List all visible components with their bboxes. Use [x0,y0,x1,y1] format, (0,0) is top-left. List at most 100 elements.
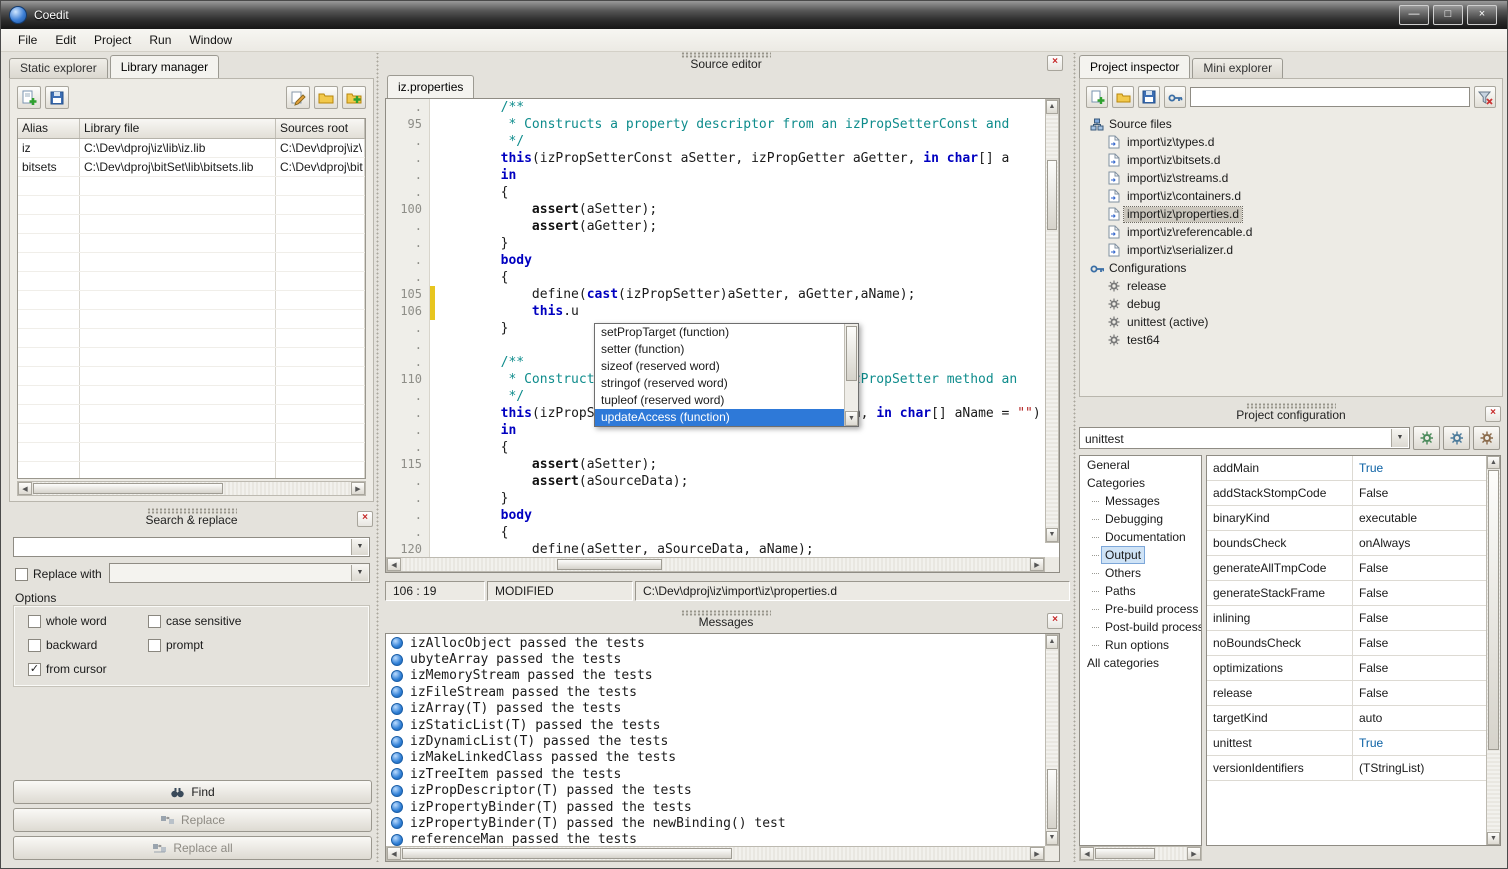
add-configuration-button[interactable] [1413,426,1440,450]
checkbox-box[interactable] [148,639,161,652]
scroll-down-icon[interactable]: ▼ [845,411,858,426]
library-table-hscrollbar[interactable]: ◀ ▶ [17,481,366,496]
property-row[interactable]: versionIdentifiers(TStringList) [1207,756,1487,781]
option-checkbox[interactable]: case sensitive [148,614,363,628]
edit-library-button[interactable] [286,86,310,109]
property-value[interactable]: False [1353,631,1487,655]
code-line[interactable]: . body [386,507,1045,524]
completion-item[interactable]: stringof (reserved word) [595,375,845,392]
chevron-down-icon[interactable]: ▼ [351,539,368,555]
property-row[interactable]: generateAllTmpCodeFalse [1207,556,1487,581]
scrollbar-thumb[interactable] [846,326,857,381]
option-checkbox[interactable]: ✓from cursor [28,662,148,676]
tab-mini-explorer[interactable]: Mini explorer [1192,58,1283,78]
inspector-filter-input[interactable] [1190,87,1470,107]
scroll-right-icon[interactable]: ▶ [1187,847,1201,860]
menu-project[interactable]: Project [85,30,140,50]
code-line[interactable]: . assert(aSourceData); [386,473,1045,490]
property-value[interactable]: onAlways [1353,531,1487,555]
scrollbar-thumb[interactable] [1095,848,1155,859]
property-row[interactable]: addMainTrue [1207,456,1487,481]
property-row[interactable]: boundsCheckonAlways [1207,531,1487,556]
property-value[interactable]: False [1353,581,1487,605]
menu-edit[interactable]: Edit [46,30,85,50]
code-line[interactable]: . } [386,490,1045,507]
option-checkbox[interactable]: backward [28,638,148,652]
chevron-down-icon[interactable]: ▼ [1391,429,1408,447]
message-row[interactable]: izArray(T) passed the tests [386,701,1045,717]
open-library-folder-button[interactable] [314,86,338,109]
scroll-down-icon[interactable]: ▼ [1046,831,1058,845]
add-library-folder-button[interactable] [342,86,366,109]
property-row[interactable]: targetKindauto [1207,706,1487,731]
scroll-down-icon[interactable]: ▼ [1046,528,1058,542]
checkbox-box[interactable] [28,639,41,652]
chevron-down-icon[interactable]: ▼ [351,565,368,581]
code-line[interactable]: . } [386,235,1045,252]
editor-vscrollbar[interactable]: ▲ ▼ [1045,99,1059,543]
save-libraries-button[interactable] [45,86,69,109]
property-row[interactable]: binaryKindexecutable [1207,506,1487,531]
save-project-button[interactable] [1138,86,1160,108]
completion-item[interactable]: setPropTarget (function) [595,324,845,341]
replace-all-button[interactable]: Replace all [13,836,372,860]
scrollbar-thumb[interactable] [402,848,732,859]
property-value[interactable]: False [1353,556,1487,580]
completion-item[interactable]: sizeof (reserved word) [595,358,845,375]
checkbox-box[interactable] [148,615,161,628]
tools-button[interactable] [1164,86,1186,108]
message-row[interactable]: ubyteArray passed the tests [386,651,1045,667]
menu-file[interactable]: File [9,30,46,50]
code-line[interactable]: . { [386,269,1045,286]
menu-window[interactable]: Window [180,30,241,50]
scroll-left-icon[interactable]: ◀ [387,847,401,860]
tree-item[interactable]: Source files [1088,115,1496,133]
category-item[interactable]: Documentation [1080,528,1201,546]
scroll-right-icon[interactable]: ▶ [1030,558,1044,571]
code-line[interactable]: 115 assert(aSetter); [386,456,1045,473]
editor-hscrollbar[interactable]: ◀ ▶ [386,557,1045,572]
property-value[interactable]: executable [1353,506,1487,530]
property-row[interactable]: inliningFalse [1207,606,1487,631]
scroll-right-icon[interactable]: ▶ [1030,847,1044,860]
category-item[interactable]: All categories [1080,654,1201,672]
replace-with-checkbox[interactable]: Replace with [15,565,102,583]
completion-item[interactable]: tupleof (reserved word) [595,392,845,409]
menu-run[interactable]: Run [140,30,180,50]
tree-item[interactable]: unittest (active) [1088,313,1496,331]
property-value[interactable]: auto [1353,706,1487,730]
property-value[interactable]: True [1353,731,1487,755]
category-item[interactable]: Others [1080,564,1201,582]
option-checkbox[interactable]: whole word [28,614,148,628]
property-value[interactable]: False [1353,656,1487,680]
checkbox-box[interactable] [28,615,41,628]
categories-hscrollbar[interactable]: ◀ ▶ [1079,846,1202,861]
messages-vscrollbar[interactable]: ▲ ▼ [1045,634,1059,846]
tab-iz-properties[interactable]: iz.properties [387,75,474,98]
completion-item[interactable]: updateAccess (function) [595,409,845,426]
tab-library-manager[interactable]: Library manager [110,55,219,78]
tree-item[interactable]: debug [1088,295,1496,313]
code-line[interactable]: . in [386,167,1045,184]
properties-vscrollbar[interactable]: ▲ ▼ [1486,456,1500,845]
tab-static-explorer[interactable]: Static explorer [9,58,108,78]
category-item[interactable]: Categories [1080,474,1201,492]
minimize-button[interactable]: — [1399,5,1429,25]
category-item[interactable]: Pre-build process [1080,600,1201,618]
close-panel-icon[interactable]: × [1485,406,1501,422]
tree-item[interactable]: import\iz\streams.d [1088,169,1496,187]
tree-item[interactable]: Configurations [1088,259,1496,277]
code-line[interactable]: . body [386,252,1045,269]
code-line[interactable]: 120 define(aSetter, aSourceData, aName); [386,541,1045,557]
tree-item[interactable]: import\iz\types.d [1088,133,1496,151]
scrollbar-thumb[interactable] [33,483,223,494]
scroll-up-icon[interactable]: ▲ [1487,456,1500,469]
close-button[interactable]: × [1467,5,1497,25]
clone-configuration-button[interactable] [1443,426,1470,450]
message-row[interactable]: izPropertyBinder(T) passed the newBindin… [386,815,1045,831]
code-line[interactable]: . */ [386,133,1045,150]
replace-button[interactable]: Replace [13,808,372,832]
message-row[interactable]: izAllocObject passed the tests [386,635,1045,651]
property-row[interactable]: releaseFalse [1207,681,1487,706]
category-item[interactable]: Debugging [1080,510,1201,528]
